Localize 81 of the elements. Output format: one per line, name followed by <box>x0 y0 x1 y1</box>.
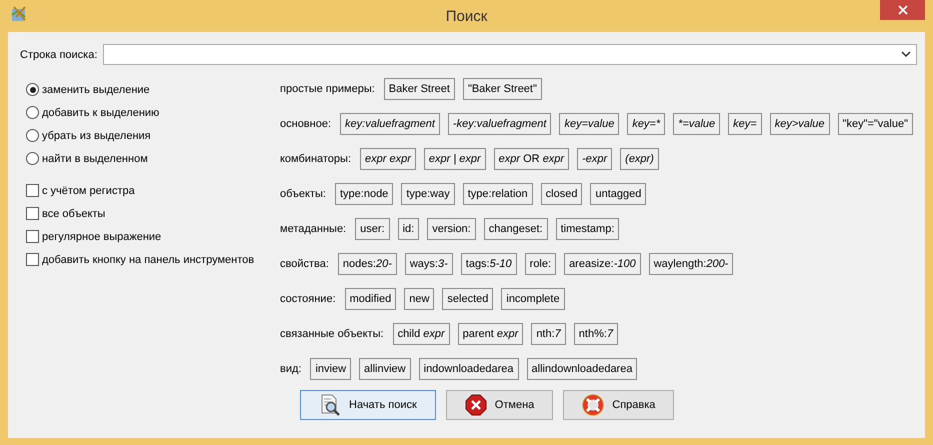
example-chip[interactable]: nodes:20- <box>338 253 397 275</box>
example-chip[interactable]: key:valuefragment <box>340 113 440 135</box>
example-chip[interactable]: modified <box>344 288 396 310</box>
radio-label: добавить к выделению <box>42 106 160 118</box>
checkbox-label: добавить кнопку на панель инструментов <box>42 254 254 266</box>
example-chip[interactable]: tags:5-10 <box>460 253 517 275</box>
example-chip[interactable]: untagged <box>590 183 646 205</box>
category-label: связанные объекты: <box>280 328 384 340</box>
checkbox[interactable] <box>26 184 39 197</box>
checkbox[interactable] <box>26 253 39 266</box>
example-chip[interactable]: waylength:200- <box>648 253 734 275</box>
example-chip[interactable]: inview <box>310 358 352 380</box>
example-chip[interactable]: key= <box>728 113 762 135</box>
example-chip[interactable]: expr OR expr <box>494 148 570 170</box>
example-chip[interactable]: key>value <box>770 113 830 135</box>
example-chip[interactable]: parent expr <box>458 323 524 345</box>
example-chip[interactable]: "key"="value" <box>838 113 914 135</box>
example-chip[interactable]: -expr <box>577 148 612 170</box>
checkbox[interactable] <box>26 230 39 243</box>
example-chip[interactable]: incomplete <box>501 288 565 310</box>
category-label: вид: <box>280 363 302 375</box>
cancel-button[interactable]: Отмена <box>446 390 554 420</box>
close-icon <box>898 5 908 15</box>
example-chip[interactable]: allindownloadedarea <box>526 358 638 380</box>
example-chip[interactable]: id: <box>398 218 420 240</box>
example-chip[interactable]: changeset: <box>484 218 548 240</box>
close-button[interactable] <box>880 0 925 20</box>
example-chip[interactable]: areasize:-100 <box>564 253 641 275</box>
example-chip[interactable]: child expr <box>392 323 450 345</box>
help-button[interactable]: Справка <box>563 390 674 420</box>
example-chip[interactable]: version: <box>427 218 476 240</box>
radio-label: убрать из выделения <box>42 130 151 142</box>
example-chip[interactable]: new <box>404 288 434 310</box>
example-chip[interactable]: nth%:7 <box>574 323 618 345</box>
example-chip[interactable]: -key:valuefragment <box>448 113 552 135</box>
example-chip[interactable]: timestamp: <box>556 218 620 240</box>
search-button[interactable]: Начать поиск <box>300 390 436 420</box>
radio-button[interactable] <box>26 106 39 119</box>
cancel-icon <box>464 394 487 416</box>
search-field[interactable] <box>103 44 917 65</box>
example-chip[interactable]: "Baker Street" <box>462 78 542 100</box>
example-chip[interactable]: expr | expr <box>424 148 486 170</box>
search-label: Строка поиска: <box>20 48 98 60</box>
example-chip[interactable]: key=value <box>559 113 620 135</box>
radio-button[interactable] <box>26 83 39 96</box>
checkbox-label: все объекты <box>42 208 106 220</box>
checkbox-label: регулярное выражение <box>42 230 162 242</box>
example-chip[interactable]: role: <box>524 253 556 275</box>
example-chip[interactable]: closed <box>540 183 582 205</box>
example-chip[interactable]: user: <box>355 218 390 240</box>
radio-label: найти в выделенном <box>42 152 148 164</box>
checkbox[interactable] <box>26 207 39 220</box>
radio-button[interactable] <box>26 152 39 165</box>
category-label: основное: <box>280 118 332 130</box>
example-chip[interactable]: type:node <box>334 183 394 205</box>
category-label: объекты: <box>280 188 326 200</box>
example-chip[interactable]: ways:3- <box>404 253 453 275</box>
category-label: состояние: <box>280 293 336 305</box>
checkbox-label: с учётом регистра <box>42 184 135 196</box>
category-label: простые примеры: <box>280 83 375 95</box>
chevron-down-icon <box>901 51 911 58</box>
example-chip[interactable]: (expr) <box>620 148 659 170</box>
example-chip[interactable]: nth:7 <box>531 323 566 345</box>
example-chip[interactable]: expr expr <box>360 148 416 170</box>
example-chip[interactable]: key=* <box>627 113 666 135</box>
radio-label: заменить выделение <box>42 84 150 96</box>
example-chip[interactable]: indownloadedarea <box>418 358 519 380</box>
app-icon <box>10 5 28 23</box>
radio-button[interactable] <box>26 129 39 142</box>
category-label: комбинаторы: <box>280 153 352 165</box>
example-chip[interactable]: type:relation <box>462 183 533 205</box>
example-chip[interactable]: selected <box>442 288 494 310</box>
example-chip[interactable]: Baker Street <box>384 78 455 100</box>
magnifier-document-icon <box>319 394 341 416</box>
example-chip[interactable]: type:way <box>401 183 455 205</box>
example-chip[interactable]: allinview <box>359 358 411 380</box>
category-label: метаданные: <box>280 223 346 235</box>
example-chip[interactable]: *=value <box>673 113 720 135</box>
window-title: Поиск <box>446 8 488 24</box>
category-label: свойства: <box>280 258 329 270</box>
lifebuoy-icon <box>582 394 604 416</box>
